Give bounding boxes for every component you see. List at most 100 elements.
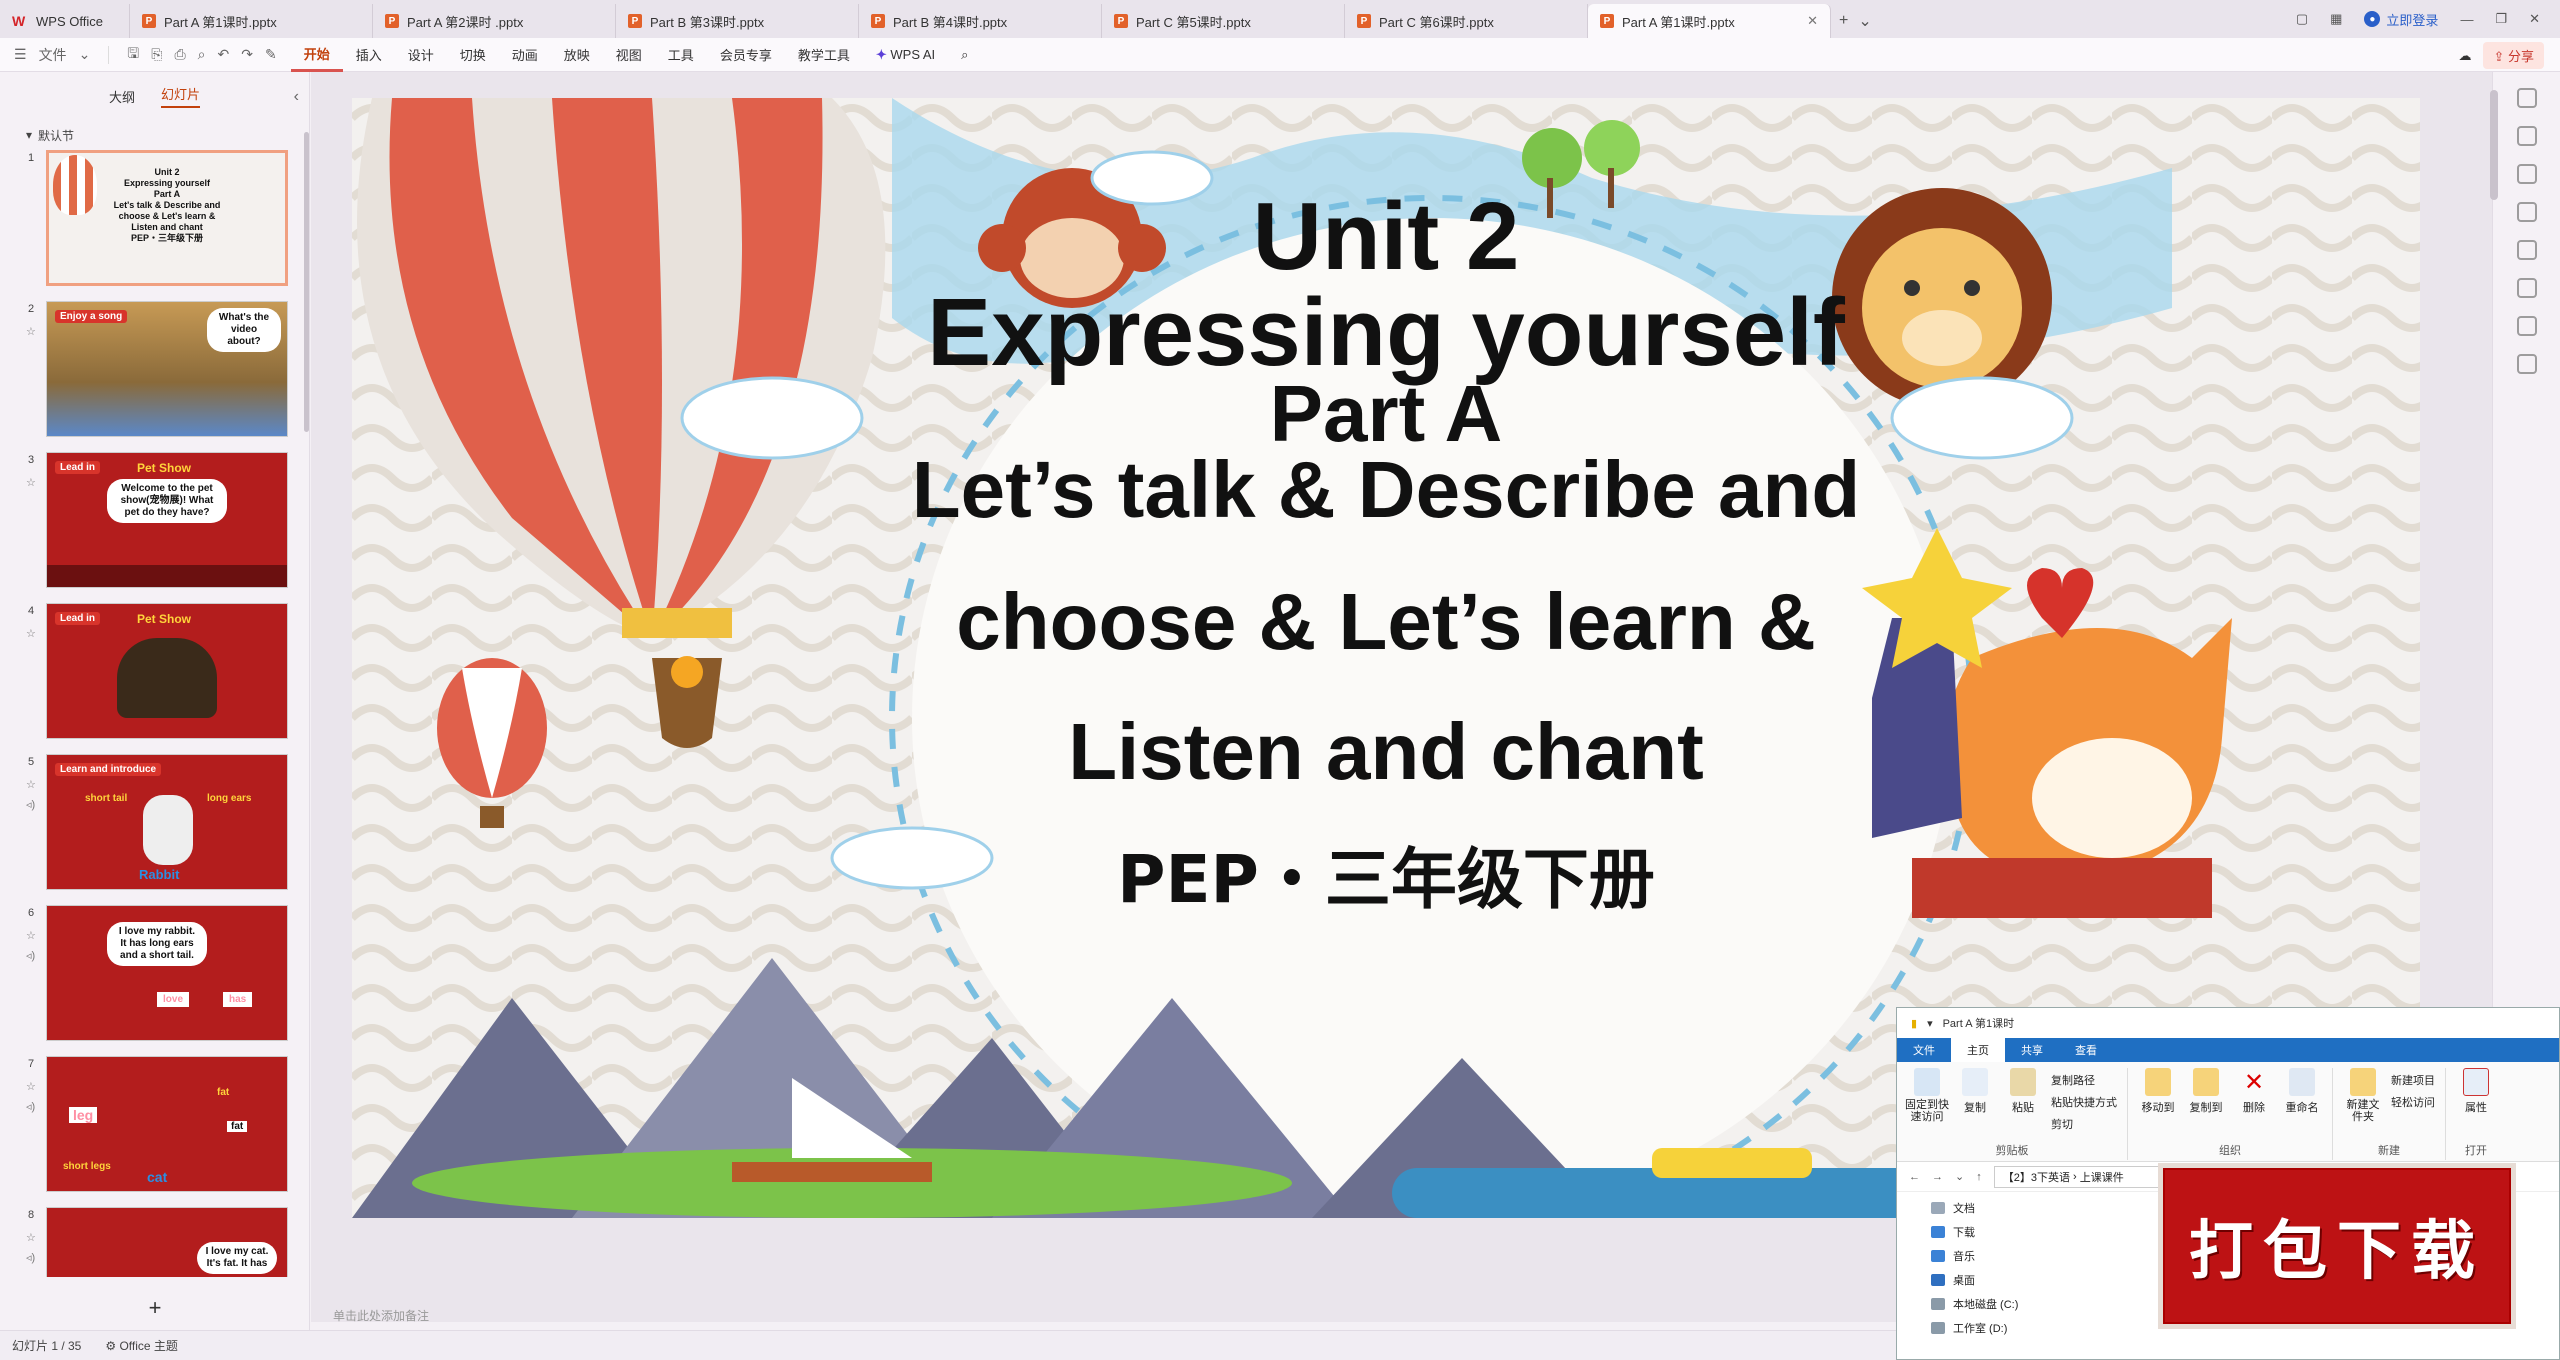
back-icon[interactable]: ←: [1909, 1171, 1920, 1183]
cloud-sync-icon[interactable]: ☁: [2458, 48, 2471, 64]
slide-thumb-row[interactable]: 3 ☆ Lead in Pet Show Welcome to the pet …: [0, 452, 309, 603]
slide-footer-pep[interactable]: PEP・三年级下册: [352, 826, 2420, 922]
slide-thumb[interactable]: leg fat fat short legs cat: [46, 1056, 288, 1192]
preview-icon[interactable]: ⌕: [198, 46, 206, 63]
slide-thumb[interactable]: Unit 2 Expressing yourself Part A Let's …: [46, 150, 288, 286]
tab-file[interactable]: P Part C 第5课时.pptx: [1102, 4, 1345, 38]
menu-item-design[interactable]: 设计: [395, 38, 447, 72]
audio-icon[interactable]: ◃): [26, 1100, 35, 1113]
slide-thumb[interactable]: Lead in Pet Show Welcome to the pet show…: [46, 452, 288, 588]
slide-thumb-row[interactable]: 7 ☆ ◃) leg fat fat short legs cat: [0, 1056, 309, 1207]
address-bar[interactable]: 【2】3下英语 › 上课课件: [1993, 1165, 2164, 1188]
menu-item-slideshow[interactable]: 放映: [551, 38, 603, 72]
slide-thumb[interactable]: Lead in Pet Show: [46, 603, 288, 739]
menu-item-transition[interactable]: 切换: [447, 38, 499, 72]
slide-lesson-line[interactable]: Let’s talk & Describe and: [352, 444, 2420, 536]
document-icon[interactable]: [2516, 278, 2537, 298]
tab-file[interactable]: P Part B 第3课时.pptx: [616, 4, 859, 38]
chevron-down-icon[interactable]: ⌄: [79, 46, 91, 63]
tab-outline[interactable]: 大纲: [109, 87, 135, 106]
explorer-tab-share[interactable]: 共享: [2005, 1038, 2059, 1062]
slide-lesson-line[interactable]: Listen and chant: [352, 706, 2420, 798]
cut-button[interactable]: 剪切: [2051, 1116, 2117, 1132]
hamburger-icon[interactable]: ☰: [14, 46, 27, 63]
slide-thumb-row[interactable]: 2 ☆ Enjoy a song What's the video about?: [0, 301, 309, 452]
new-item-button[interactable]: 新建项目: [2391, 1072, 2435, 1088]
menu-item-insert[interactable]: 插入: [343, 38, 395, 72]
paste-shortcut-button[interactable]: 粘贴快捷方式: [2051, 1094, 2117, 1110]
chevron-down-icon[interactable]: ⌄: [1955, 1170, 1964, 1183]
slide-thumb[interactable]: Enjoy a song What's the video about?: [46, 301, 288, 437]
explorer-tab-view[interactable]: 查看: [2059, 1038, 2113, 1062]
add-slide-button[interactable]: +: [0, 1286, 310, 1330]
format-painter-icon[interactable]: ✎: [265, 46, 277, 63]
restore-icon[interactable]: ❐: [2495, 11, 2507, 27]
section-header[interactable]: ▾ 默认节: [0, 120, 309, 150]
star-icon[interactable]: ☆: [26, 1231, 36, 1244]
grid-icon[interactable]: ▦: [2330, 11, 2342, 27]
animation-icon[interactable]: [2516, 126, 2537, 146]
easy-access-button[interactable]: 轻松访问: [2391, 1094, 2435, 1110]
tab-file[interactable]: P Part A 第2课时 .pptx: [373, 4, 616, 38]
menu-item-tools[interactable]: 工具: [655, 38, 707, 72]
address-segment[interactable]: 【2】3下英语: [2003, 1169, 2070, 1185]
slide-thumb-row[interactable]: 4 ☆ Lead in Pet Show: [0, 603, 309, 754]
tab-file-active[interactable]: P Part A 第1课时.pptx ✕: [1588, 4, 1831, 38]
tab-file[interactable]: P Part A 第1课时.pptx: [130, 4, 373, 38]
explorer-tab-home[interactable]: 主页: [1951, 1038, 2005, 1062]
close-tab-icon[interactable]: ✕: [1807, 13, 1818, 29]
slide-thumb-row[interactable]: 6 ☆ ◃) I love my rabbit. It has long ear…: [0, 905, 309, 1056]
slide-thumb-row[interactable]: 5 ☆ ◃) Learn and introduce short tail lo…: [0, 754, 309, 905]
slide-title-unit[interactable]: Unit 2: [352, 182, 2420, 292]
more-icon[interactable]: [2516, 354, 2537, 374]
slide-thumb[interactable]: Learn and introduce short tail long ears…: [46, 754, 288, 890]
canvas-scrollbar[interactable]: [2490, 90, 2498, 200]
close-window-icon[interactable]: ✕: [2529, 11, 2540, 27]
menu-file[interactable]: 文件: [39, 45, 67, 65]
download-banner[interactable]: 打包下载: [2158, 1163, 2516, 1329]
audio-icon[interactable]: ◃): [26, 1251, 35, 1264]
settings-icon[interactable]: [2516, 88, 2537, 108]
tab-home[interactable]: W WPS Office: [0, 4, 130, 38]
quick-access-icon[interactable]: ▾: [1927, 1017, 1933, 1030]
wps-ai-button[interactable]: ✦ WPS AI: [863, 38, 948, 72]
slide-thumb-row[interactable]: 8 ☆ ◃) I love my cat. It's fat. It has: [0, 1207, 309, 1277]
panel-scrollbar[interactable]: [304, 132, 309, 432]
audio-icon[interactable]: ◃): [26, 798, 35, 811]
layout-icon[interactable]: ▢: [2296, 11, 2308, 27]
copy-path-button[interactable]: 复制路径: [2051, 1072, 2117, 1088]
star-icon[interactable]: ☆: [26, 1080, 36, 1093]
chevron-down-icon[interactable]: ⌄: [1858, 11, 1871, 31]
collapse-panel-icon[interactable]: ‹: [294, 88, 299, 106]
undo-icon[interactable]: ↶: [217, 46, 229, 63]
copy-icon[interactable]: [2516, 164, 2537, 184]
slide-thumb-row[interactable]: 1 Unit 2 Expressing yourself Part A Let'…: [0, 150, 309, 301]
slide-thumb[interactable]: I love my rabbit. It has long ears and a…: [46, 905, 288, 1041]
menu-item-teaching[interactable]: 教学工具: [785, 38, 863, 72]
star-icon[interactable]: ☆: [26, 778, 36, 791]
star-icon[interactable]: ☆: [26, 325, 36, 338]
tools-icon[interactable]: [2516, 240, 2537, 260]
redo-icon[interactable]: ↷: [241, 46, 253, 63]
menu-item-member[interactable]: 会员专享: [707, 38, 785, 72]
address-segment[interactable]: 上课课件: [2080, 1169, 2124, 1185]
menu-item-home[interactable]: 开始: [290, 38, 343, 72]
star-icon[interactable]: ☆: [26, 476, 36, 489]
search-icon[interactable]: ⌕: [948, 38, 981, 72]
audio-icon[interactable]: ◃): [26, 949, 35, 962]
login-button[interactable]: ● 立即登录: [2364, 10, 2438, 29]
minimize-icon[interactable]: —: [2460, 12, 2473, 27]
slide-thumb[interactable]: I love my cat. It's fat. It has: [46, 1207, 288, 1277]
star-icon[interactable]: ☆: [26, 929, 36, 942]
tab-file[interactable]: P Part B 第4课时.pptx: [859, 4, 1102, 38]
share-button[interactable]: ⇪ 分享: [2483, 42, 2544, 69]
tab-file[interactable]: P Part C 第6课时.pptx: [1345, 4, 1588, 38]
menu-item-view[interactable]: 视图: [603, 38, 655, 72]
theme-name[interactable]: ⚙ Office 主题: [105, 1337, 178, 1354]
forward-icon[interactable]: →: [1932, 1171, 1943, 1183]
explorer-tab-file[interactable]: 文件: [1897, 1038, 1951, 1062]
star-icon[interactable]: ☆: [26, 627, 36, 640]
print-icon[interactable]: ⎙: [174, 46, 185, 63]
new-tab-icon[interactable]: +: [1839, 12, 1848, 30]
save-icon[interactable]: 🖫: [127, 43, 139, 67]
